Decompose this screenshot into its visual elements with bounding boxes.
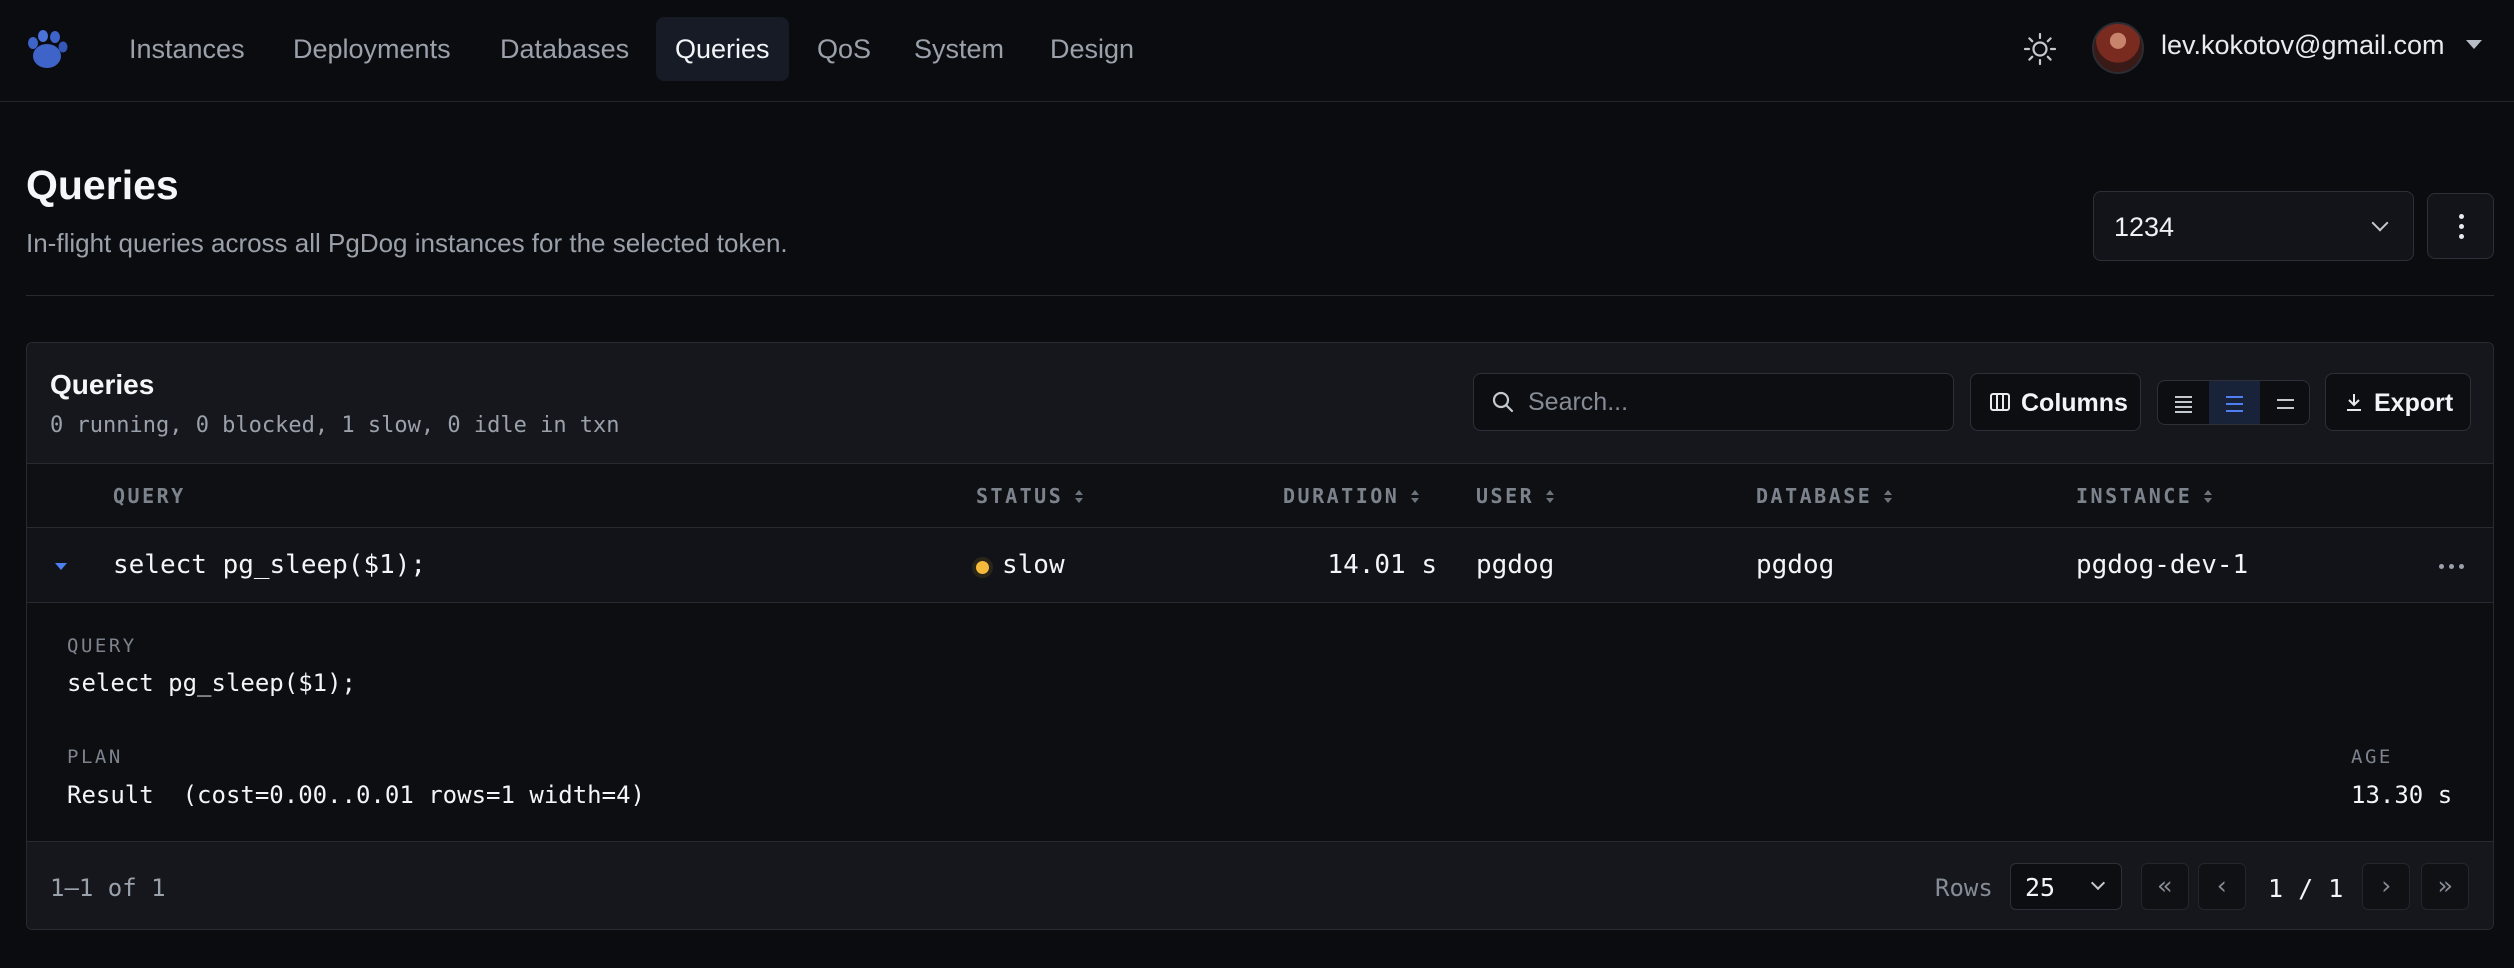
first-page-button[interactable]: « — [2141, 863, 2189, 910]
detail-age-label: AGE — [2351, 746, 2393, 768]
last-page-button[interactable]: » — [2421, 863, 2469, 910]
cell-duration: 14.01 s — [1327, 550, 1437, 580]
user-email[interactable]: lev.kokotov@gmail.com — [2161, 30, 2445, 61]
panel-header: Queries 0 running, 0 blocked, 1 slow, 0 … — [27, 343, 2493, 464]
queries-panel: Queries 0 running, 0 blocked, 1 slow, 0 … — [26, 342, 2494, 930]
search-box[interactable] — [1473, 373, 1954, 431]
column-header-status[interactable]: STATUS — [976, 484, 1084, 508]
download-icon — [2347, 394, 2361, 411]
caret-down-icon[interactable] — [2466, 40, 2482, 49]
sort-icon — [1411, 490, 1420, 504]
sort-icon — [1075, 490, 1084, 504]
density-spacious-button[interactable] — [2260, 381, 2309, 424]
nav-system[interactable]: System — [895, 17, 1023, 81]
nav-design[interactable]: Design — [1031, 17, 1153, 81]
cell-query: select pg_sleep($1); — [113, 550, 427, 580]
table-row[interactable]: select pg_sleep($1); slow 14.01 s pgdog … — [27, 528, 2493, 603]
panel-title: Queries — [50, 369, 155, 400]
page-title: Queries — [26, 162, 179, 208]
pgdog-logo-icon[interactable] — [24, 28, 68, 72]
cell-user: pgdog — [1476, 550, 1555, 580]
column-header-database[interactable]: DATABASE — [1756, 484, 1893, 508]
cell-status: slow — [1002, 550, 1065, 580]
columns-button[interactable]: Columns — [1970, 373, 2141, 431]
chevron-down-icon — [2371, 214, 2389, 232]
column-header-instance[interactable]: INSTANCE — [2076, 484, 2213, 508]
rows-per-page-select[interactable]: 25 — [2010, 863, 2122, 910]
nav-databases[interactable]: Databases — [481, 17, 648, 81]
chevron-down-icon — [2090, 875, 2106, 891]
avatar[interactable] — [2092, 22, 2144, 74]
column-header-query[interactable]: QUERY — [113, 484, 186, 508]
rows-per-page-label: Rows — [1935, 874, 1993, 902]
token-select-value: 1234 — [2114, 212, 2175, 242]
search-input[interactable] — [1528, 374, 1928, 430]
next-page-button[interactable]: › — [2362, 863, 2410, 910]
more-horizontal-icon[interactable] — [2439, 564, 2465, 570]
expand-caret-icon[interactable] — [55, 563, 67, 570]
detail-plan: Result (cost=0.00..0.01 rows=1 width=4) — [67, 781, 645, 809]
sort-icon — [1884, 490, 1893, 504]
page-menu-button[interactable] — [2427, 193, 2494, 259]
page-subtitle: In-flight queries across all PgDog insta… — [26, 228, 788, 258]
columns-label: Columns — [2021, 389, 2128, 417]
detail-query-label: QUERY — [67, 635, 137, 657]
density-compact-button[interactable] — [2158, 381, 2209, 424]
detail-query: select pg_sleep($1); — [67, 669, 356, 697]
table-header: QUERY STATUS DURATION USER DATABASE INST… — [27, 464, 2493, 528]
sort-icon — [2204, 490, 2213, 504]
prev-page-button[interactable]: ‹ — [2198, 863, 2246, 910]
export-label: Export — [2374, 389, 2454, 417]
pagination-footer: 1–1 of 1 Rows 25 « ‹ 1 / 1 › » — [27, 842, 2493, 929]
nav-queries[interactable]: Queries — [656, 17, 789, 81]
sort-icon — [1546, 490, 1555, 504]
density-toggle[interactable] — [2157, 380, 2310, 425]
export-button[interactable]: Export — [2325, 373, 2471, 431]
status-dot-icon — [976, 561, 989, 574]
more-vertical-icon — [2459, 214, 2464, 219]
density-comfortable-button[interactable] — [2209, 381, 2260, 424]
token-select[interactable]: 1234 — [2093, 191, 2414, 261]
detail-age: 13.30 s — [2351, 781, 2453, 809]
sun-icon[interactable] — [2022, 31, 2058, 67]
row-detail: QUERY select pg_sleep($1); PLAN Result (… — [27, 603, 2493, 842]
top-nav: Instances Deployments Databases Queries … — [0, 0, 2514, 102]
nav-qos[interactable]: QoS — [798, 17, 890, 81]
page-indicator: 1 / 1 — [2268, 874, 2344, 903]
panel-summary: 0 running, 0 blocked, 1 slow, 0 idle in … — [50, 413, 620, 438]
cell-instance: pgdog-dev-1 — [2076, 550, 2249, 580]
search-icon — [1492, 391, 1514, 413]
detail-plan-label: PLAN — [67, 746, 123, 768]
column-header-user[interactable]: USER — [1476, 484, 1555, 508]
divider — [26, 295, 2494, 296]
nav-instances[interactable]: Instances — [110, 17, 264, 81]
pagination-range: 1–1 of 1 — [50, 874, 166, 902]
column-header-duration[interactable]: DURATION — [1283, 484, 1420, 508]
cell-database: pgdog — [1756, 550, 1835, 580]
rows-per-page-value: 25 — [2025, 873, 2056, 902]
nav-deployments[interactable]: Deployments — [274, 17, 470, 81]
columns-icon — [1990, 393, 2010, 411]
